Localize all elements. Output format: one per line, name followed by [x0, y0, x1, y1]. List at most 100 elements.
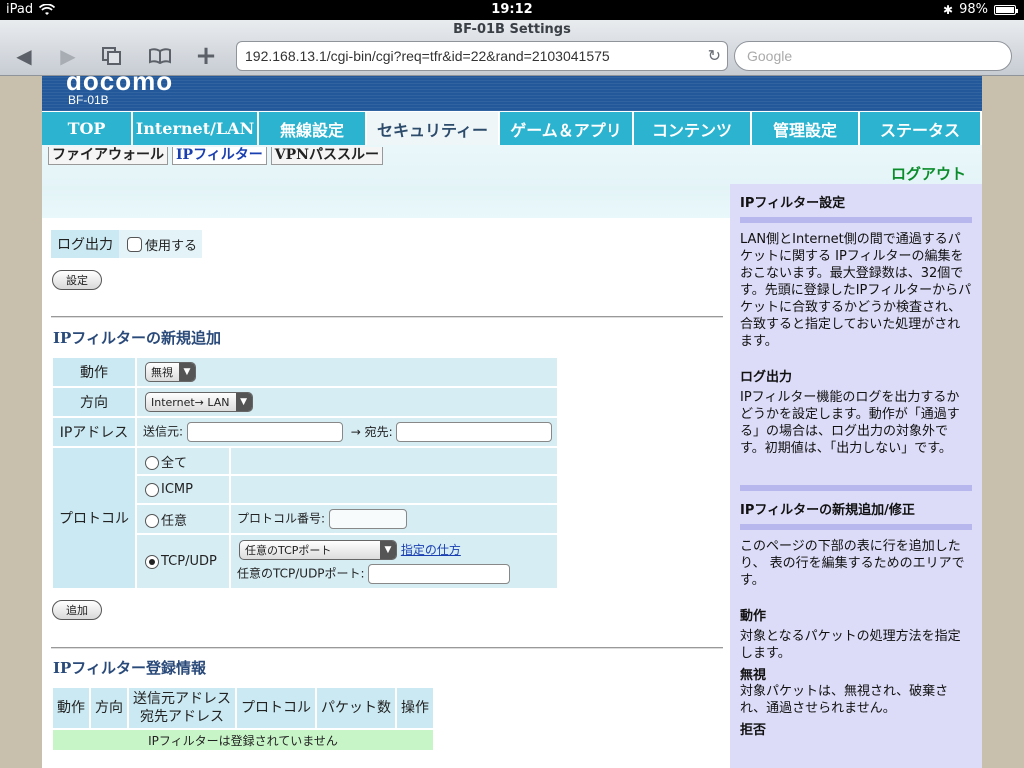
col-protocol: プロトコル — [235, 686, 317, 730]
log-output-checkbox[interactable] — [127, 236, 142, 252]
nav-tab[interactable]: ステータス — [860, 112, 982, 145]
bluetooth-icon: ✱ — [943, 2, 954, 17]
log-output-row: ログ出力 使用する — [51, 230, 202, 258]
destination-address-input[interactable] — [396, 422, 553, 442]
battery-icon — [994, 4, 1018, 15]
col-operation: 操作 — [395, 686, 435, 730]
ip-address-label: IPアドレス — [51, 416, 137, 448]
help-text: 対象となるパケットの処理方法を指定します。 — [740, 629, 961, 661]
help-heading: IPフィルター設定 — [740, 196, 846, 211]
protocol-number-input[interactable] — [328, 509, 407, 529]
divider — [51, 316, 723, 318]
add-button[interactable]: 追加 — [52, 600, 102, 620]
help-heading: 拒否 — [740, 723, 767, 738]
protocol-any-label: 任意 — [161, 513, 188, 529]
protocol-option-any[interactable]: 任意 — [135, 503, 231, 535]
address-bar[interactable]: 192.168.13.1/cgi-bin/cgi?req=tfr&id=22&r… — [236, 41, 728, 71]
search-field[interactable]: Google — [734, 41, 1012, 71]
search-placeholder: Google — [747, 48, 793, 64]
banner: docomo BF-01B — [42, 76, 982, 111]
help-sidebar: IPフィルター設定 LAN側とInternet側の間で通過するパケットに関する … — [730, 184, 982, 768]
registered-table: 動作 方向 送信元アドレス 宛先アドレス プロトコル パケット数 操作 IPフィル… — [51, 686, 435, 752]
empty-message: IPフィルターは登録されていません — [51, 728, 435, 752]
nav-tab[interactable]: ゲーム＆アプリ — [500, 112, 634, 145]
reload-icon[interactable]: ↻ — [708, 46, 721, 66]
new-filter-form: 動作 無視 ▼ 方向 Internet→ LAN ▼ IPアドレス 送信元: → 宛… — [51, 356, 559, 590]
battery-percent: 98% — [959, 2, 988, 17]
col-action: 動作 — [51, 686, 91, 730]
content-area: ログ出力 使用する 設定 IPフィルターの新規追加 動作 無視 ▼ 方向 Inte… — [42, 184, 730, 768]
url-text: 192.168.13.1/cgi-bin/cgi?req=tfr&id=22&r… — [245, 48, 610, 64]
radio-tcpudp[interactable] — [145, 554, 159, 569]
radio-all[interactable] — [145, 456, 159, 470]
col-packets: パケット数 — [315, 686, 397, 730]
source-address-input[interactable] — [186, 422, 343, 442]
main-nav: TOP Internet/LAN 無線設定 セキュリティー ゲーム＆アプリ コンテンツ 管理… — [42, 111, 982, 145]
chevron-down-icon: ▼ — [179, 363, 195, 381]
clock: 19:12 — [491, 2, 533, 17]
direction-select-value: Internet→ LAN — [151, 395, 230, 409]
protocol-option-icmp[interactable]: ICMP — [135, 474, 231, 505]
help-divider — [740, 524, 972, 530]
help-text: LAN側とInternet側の間で通過するパケットに関する IPフィルターの編集… — [740, 232, 972, 349]
help-text: 対象パケットは、無視され、破棄され、通過させられません。 — [740, 684, 949, 716]
browser-toolbar: BF-01B Settings ◀ ▶ + 192.168.13.1/cgi-b… — [0, 20, 1024, 76]
protocol-label: プロトコル — [51, 446, 137, 590]
log-output-label: ログ出力 — [51, 230, 119, 258]
help-divider — [740, 217, 972, 223]
help-text: IPフィルター機能のログを出力するかどうかを設定します。動作が「通過する」の場合… — [740, 390, 960, 456]
help-heading: 動作 — [740, 609, 767, 624]
help-divider — [740, 485, 972, 491]
protocol-number-label: プロトコル番号: — [237, 511, 326, 526]
action-select[interactable]: 無視 ▼ — [145, 362, 196, 382]
chevron-down-icon: ▼ — [380, 540, 396, 559]
protocol-option-all[interactable]: 全て — [135, 446, 231, 476]
registered-title: IPフィルター登録情報 — [53, 659, 206, 677]
col-address: 送信元アドレス 宛先アドレス — [127, 686, 237, 730]
protocol-option-tcpudp[interactable]: TCP/UDP — [135, 533, 231, 590]
radio-icmp[interactable] — [145, 482, 159, 497]
col-source-address: 送信元アドレス — [133, 691, 231, 707]
sub-nav-tab[interactable]: VPNパススルー — [270, 147, 383, 165]
nav-tab[interactable]: コンテンツ — [634, 112, 752, 145]
tcp-port-select-value: 任意のTCPポート — [245, 543, 332, 557]
nav-tab[interactable]: 管理設定 — [752, 112, 860, 145]
chevron-down-icon: ▼ — [235, 393, 252, 411]
web-page: docomo BF-01B TOP Internet/LAN 無線設定 セキュリティー… — [42, 76, 982, 768]
radio-any[interactable] — [145, 514, 159, 528]
action-label: 動作 — [51, 356, 137, 388]
nav-tab[interactable]: セキュリティー — [367, 112, 500, 145]
divider — [51, 647, 723, 649]
nav-tab[interactable]: 無線設定 — [259, 112, 367, 145]
how-to-specify-link[interactable]: 指定の仕方 — [401, 543, 461, 557]
page-title: BF-01B Settings — [453, 22, 571, 37]
protocol-all-label: 全て — [161, 455, 188, 471]
model-name: BF-01B — [68, 93, 109, 107]
help-heading: IPフィルターの新規追加/修正 — [740, 503, 915, 518]
help-heading: 無視 — [740, 668, 767, 683]
status-bar: iPad 19:12 ✱ 98% — [0, 0, 1024, 20]
pages-icon[interactable] — [98, 44, 126, 68]
sub-nav: ファイアウォール IPフィルター VPNパススルー — [48, 147, 383, 165]
sub-nav-tab[interactable]: IPフィルター — [172, 147, 267, 165]
protocol-tcpudp-label: TCP/UDP — [161, 554, 217, 569]
nav-tab[interactable]: TOP — [42, 112, 133, 145]
log-settings-button[interactable]: 設定 — [52, 270, 102, 290]
nav-tab[interactable]: Internet/LAN — [133, 112, 259, 145]
direction-select[interactable]: Internet→ LAN ▼ — [145, 392, 253, 412]
destination-label: → 宛先: — [350, 424, 393, 439]
action-select-value: 無視 — [151, 366, 173, 379]
help-text: このページの下部の表に行を追加したり、 表の行を編集するためのエリアです。 — [740, 539, 965, 588]
tcpudp-port-label: 任意のTCP/UDPポート: — [237, 566, 365, 580]
col-destination-address: 宛先アドレス — [140, 709, 224, 725]
tcpudp-port-input[interactable] — [368, 563, 511, 584]
back-icon[interactable]: ◀ — [10, 44, 38, 68]
add-icon[interactable]: + — [192, 41, 220, 71]
log-output-checkbox-label: 使用する — [145, 238, 198, 254]
protocol-icmp-label: ICMP — [161, 482, 193, 497]
bookmarks-icon[interactable] — [146, 44, 174, 68]
forward-icon[interactable]: ▶ — [54, 44, 82, 68]
logout-link[interactable]: ログアウト — [891, 163, 966, 184]
tcp-port-select[interactable]: 任意のTCPポート ▼ — [239, 539, 397, 560]
sub-nav-tab[interactable]: ファイアウォール — [48, 147, 168, 165]
